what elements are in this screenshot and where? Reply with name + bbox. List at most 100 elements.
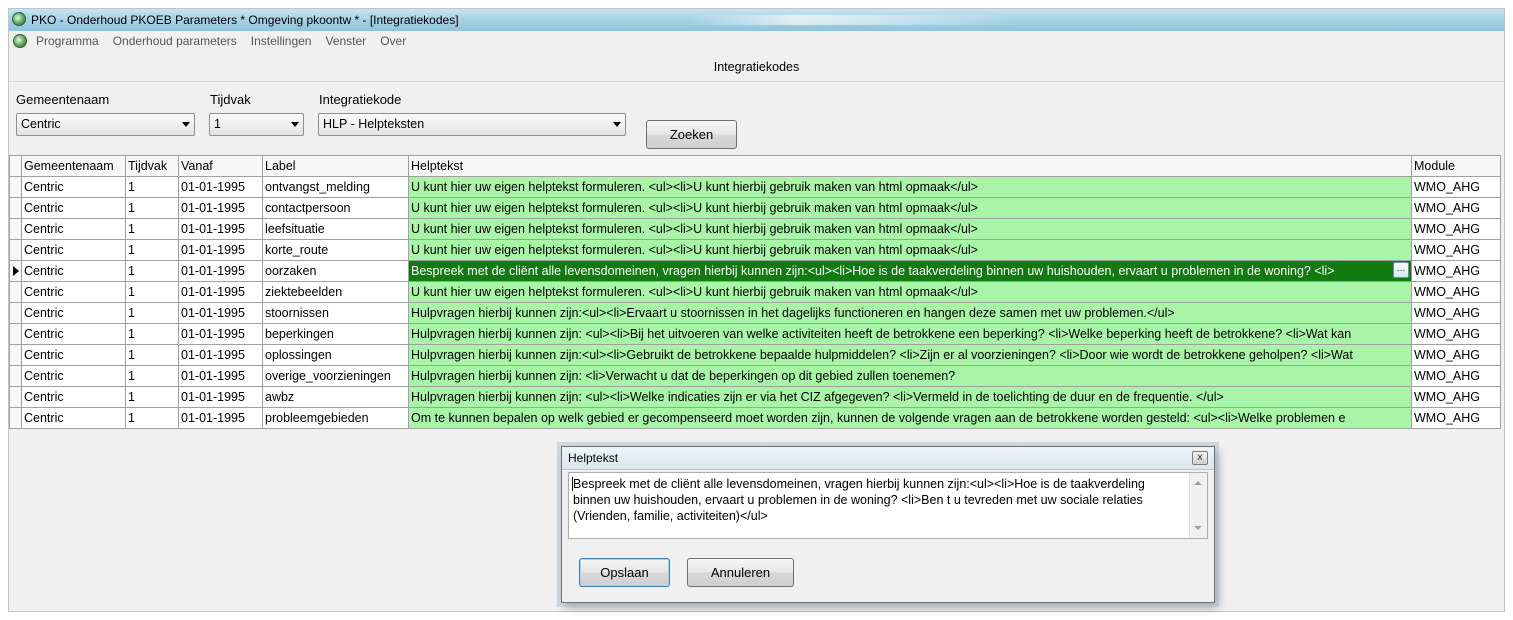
cell-gemeentenaam[interactable]: Centric	[21, 176, 126, 198]
cell-vanaf[interactable]: 01-01-1995	[178, 323, 263, 345]
cell-helptekst[interactable]: Om te kunnen bepalen op welk gebied er g…	[408, 407, 1412, 429]
cell-label[interactable]: ontvangst_melding	[262, 176, 409, 198]
cell-vanaf[interactable]: 01-01-1995	[178, 344, 263, 366]
vertical-scrollbar[interactable]	[1189, 473, 1207, 538]
app-globe-icon[interactable]	[12, 12, 26, 26]
cell-gemeentenaam[interactable]: Centric	[21, 302, 126, 324]
cell-gemeentenaam[interactable]: Centric	[21, 281, 126, 303]
cell-label[interactable]: ziektebeelden	[262, 281, 409, 303]
cell-tijdvak[interactable]: 1	[125, 365, 179, 387]
tijdvak-select[interactable]: 1	[209, 113, 304, 136]
cell-tijdvak[interactable]: 1	[125, 407, 179, 429]
close-icon[interactable]: x	[1192, 451, 1208, 465]
cell-module[interactable]: WMO_AHG	[1411, 218, 1501, 240]
chevron-down-icon[interactable]	[182, 122, 190, 127]
cell-module[interactable]: WMO_AHG	[1411, 386, 1501, 408]
cell-vanaf[interactable]: 01-01-1995	[178, 176, 263, 198]
menu-item-programma[interactable]: Programma	[36, 34, 99, 48]
ellipsis-button[interactable]: ...	[1393, 262, 1409, 278]
cell-helptekst[interactable]: Hulpvragen hierbij kunnen zijn:<ul><li>G…	[408, 344, 1412, 366]
cell-tijdvak[interactable]: 1	[125, 260, 179, 282]
cell-helptekst[interactable]: Bespreek met de cliënt alle levensdomein…	[408, 260, 1412, 282]
table-row[interactable]: Centric 1 01-01-1995 overige_voorzieningen H…	[9, 365, 1501, 387]
column-header-helptekst[interactable]: Helptekst	[408, 155, 1412, 177]
cell-vanaf[interactable]: 01-01-1995	[178, 302, 263, 324]
cell-gemeentenaam[interactable]: Centric	[21, 386, 126, 408]
cell-tijdvak[interactable]: 1	[125, 239, 179, 261]
menu-item-over[interactable]: Over	[380, 34, 406, 48]
integratiekode-select[interactable]: HLP - Helpteksten	[318, 113, 626, 136]
menu-app-icon[interactable]	[13, 34, 27, 48]
column-header-gemeentenaam[interactable]: Gemeentenaam	[21, 155, 126, 177]
column-header-label[interactable]: Label	[262, 155, 409, 177]
menu-item-venster[interactable]: Venster	[325, 34, 366, 48]
cell-helptekst[interactable]: U kunt hier uw eigen helptekst formulere…	[408, 281, 1412, 303]
search-button[interactable]: Zoeken	[646, 120, 737, 149]
cell-label[interactable]: beperkingen	[262, 323, 409, 345]
column-header-tijdvak[interactable]: Tijdvak	[125, 155, 179, 177]
cell-tijdvak[interactable]: 1	[125, 197, 179, 219]
row-header[interactable]	[9, 260, 22, 282]
cell-module[interactable]: WMO_AHG	[1411, 365, 1501, 387]
cell-vanaf[interactable]: 01-01-1995	[178, 239, 263, 261]
chevron-down-icon[interactable]	[291, 122, 299, 127]
table-row[interactable]: Centric 1 01-01-1995 probleemgebieden Om te …	[9, 407, 1501, 429]
cell-tijdvak[interactable]: 1	[125, 281, 179, 303]
table-row[interactable]: Centric 1 01-01-1995 contactpersoon U kunt h…	[9, 197, 1501, 219]
cell-gemeentenaam[interactable]: Centric	[21, 239, 126, 261]
cell-gemeentenaam[interactable]: Centric	[21, 365, 126, 387]
table-row[interactable]: Centric 1 01-01-1995 ziektebeelden U kunt hi…	[9, 281, 1501, 303]
cell-module[interactable]: WMO_AHG	[1411, 281, 1501, 303]
cell-tijdvak[interactable]: 1	[125, 323, 179, 345]
row-header[interactable]	[9, 302, 22, 324]
row-header[interactable]	[9, 407, 22, 429]
chevron-down-icon[interactable]	[613, 122, 621, 127]
helptekst-textarea[interactable]: Bespreek met de cliënt alle levensdomein…	[568, 472, 1208, 539]
cell-vanaf[interactable]: 01-01-1995	[178, 386, 263, 408]
cell-gemeentenaam[interactable]: Centric	[21, 407, 126, 429]
row-header[interactable]	[9, 344, 22, 366]
cell-helptekst[interactable]: U kunt hier uw eigen helptekst formulere…	[408, 176, 1412, 198]
cell-vanaf[interactable]: 01-01-1995	[178, 281, 263, 303]
cell-helptekst[interactable]: Hulpvragen hierbij kunnen zijn: <ul><li>…	[408, 323, 1412, 345]
cell-vanaf[interactable]: 01-01-1995	[178, 197, 263, 219]
dialog-title-bar[interactable]: Helptekst x	[562, 447, 1214, 470]
table-row[interactable]: Centric 1 01-01-1995 beperkingen Hulpvragen …	[9, 323, 1501, 345]
cell-module[interactable]: WMO_AHG	[1411, 302, 1501, 324]
row-header[interactable]	[9, 218, 22, 240]
cell-helptekst[interactable]: Hulpvragen hierbij kunnen zijn: <ul><li>…	[408, 386, 1412, 408]
cell-label[interactable]: stoornissen	[262, 302, 409, 324]
table-row[interactable]: Centric 1 01-01-1995 ontvangst_melding U kun…	[9, 176, 1501, 198]
row-header[interactable]	[9, 176, 22, 198]
menu-item-instellingen[interactable]: Instellingen	[251, 34, 312, 48]
cell-vanaf[interactable]: 01-01-1995	[178, 260, 263, 282]
row-header[interactable]	[9, 386, 22, 408]
cell-module[interactable]: WMO_AHG	[1411, 407, 1501, 429]
cell-tijdvak[interactable]: 1	[125, 302, 179, 324]
cell-module[interactable]: WMO_AHG	[1411, 176, 1501, 198]
cell-label[interactable]: awbz	[262, 386, 409, 408]
cell-module[interactable]: WMO_AHG	[1411, 344, 1501, 366]
cell-helptekst[interactable]: U kunt hier uw eigen helptekst formulere…	[408, 239, 1412, 261]
cell-gemeentenaam[interactable]: Centric	[21, 323, 126, 345]
table-row[interactable]: Centric 1 01-01-1995 korte_route U kunt hier…	[9, 239, 1501, 261]
cell-module[interactable]: WMO_AHG	[1411, 260, 1501, 282]
cell-module[interactable]: WMO_AHG	[1411, 239, 1501, 261]
cell-tijdvak[interactable]: 1	[125, 218, 179, 240]
cell-module[interactable]: WMO_AHG	[1411, 197, 1501, 219]
cell-vanaf[interactable]: 01-01-1995	[178, 407, 263, 429]
table-row[interactable]: Centric 1 01-01-1995 stoornissen Hulpvragen …	[9, 302, 1501, 324]
table-row[interactable]: Centric 1 01-01-1995 leefsituatie U kunt hie…	[9, 218, 1501, 240]
cell-helptekst[interactable]: Hulpvragen hierbij kunnen zijn: <li>Verw…	[408, 365, 1412, 387]
cell-vanaf[interactable]: 01-01-1995	[178, 218, 263, 240]
cell-label[interactable]: oplossingen	[262, 344, 409, 366]
cell-module[interactable]: WMO_AHG	[1411, 323, 1501, 345]
cell-gemeentenaam[interactable]: Centric	[21, 344, 126, 366]
row-header[interactable]	[9, 323, 22, 345]
row-header[interactable]	[9, 281, 22, 303]
menu-item-onderhoud-parameters[interactable]: Onderhoud parameters	[113, 34, 237, 48]
cell-tijdvak[interactable]: 1	[125, 176, 179, 198]
cell-vanaf[interactable]: 01-01-1995	[178, 365, 263, 387]
gemeentenaam-select[interactable]: Centric	[16, 113, 195, 136]
cell-label[interactable]: probleemgebieden	[262, 407, 409, 429]
